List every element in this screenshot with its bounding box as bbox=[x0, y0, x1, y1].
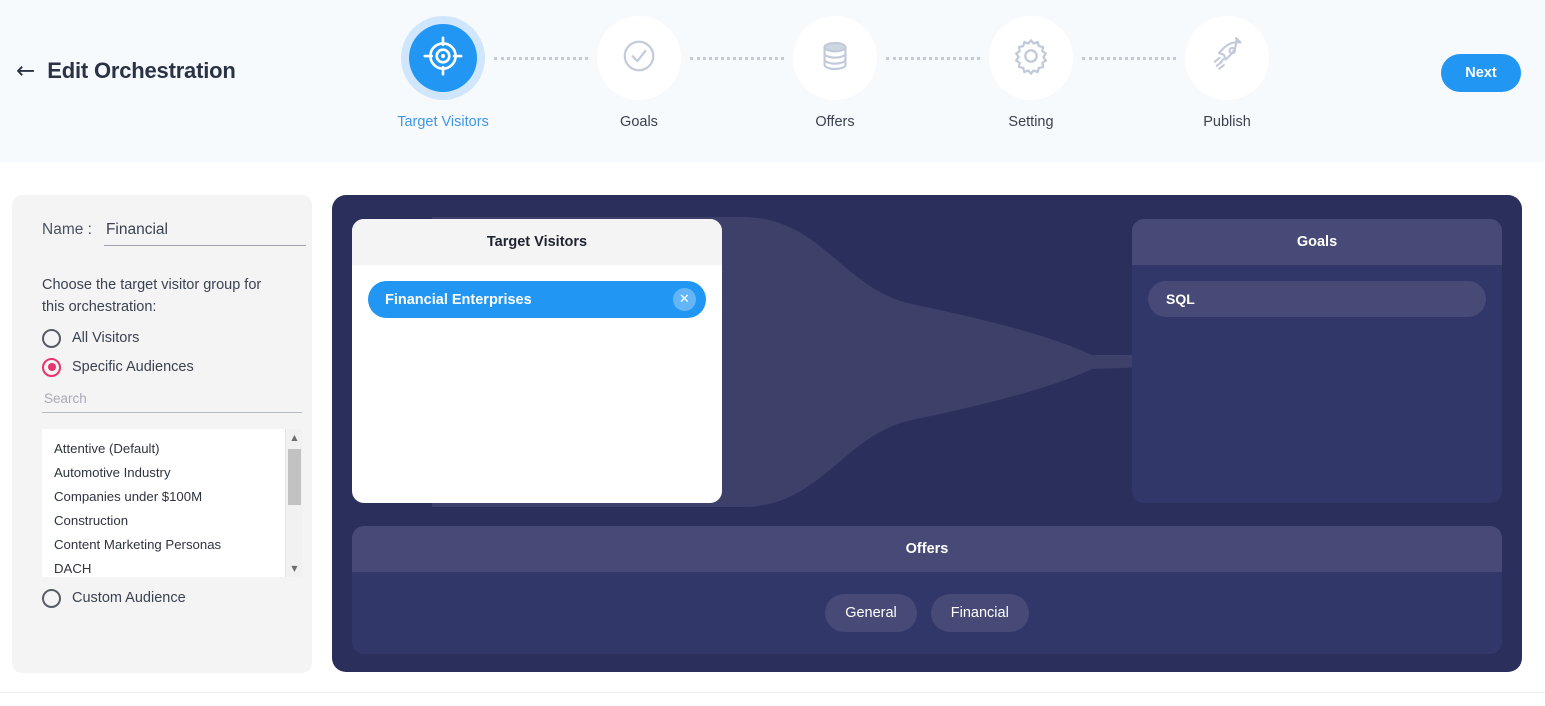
audience-list-items: Attentive (Default) Automotive Industry … bbox=[42, 429, 285, 577]
list-item[interactable]: Content Marketing Personas bbox=[54, 533, 285, 557]
audience-chip-label: Financial Enterprises bbox=[385, 291, 532, 308]
goal-pill[interactable]: SQL bbox=[1148, 281, 1486, 317]
offer-pill-general[interactable]: General bbox=[825, 594, 917, 632]
gear-icon bbox=[1011, 36, 1051, 81]
scroll-down-arrow-icon[interactable]: ▼ bbox=[286, 560, 302, 577]
radio-option-all-visitors[interactable]: All Visitors bbox=[42, 328, 282, 348]
stepper-label-setting: Setting bbox=[1008, 114, 1054, 130]
radio-icon-all-visitors[interactable] bbox=[42, 328, 61, 348]
stepper-label-goals: Goals bbox=[620, 114, 658, 130]
list-item[interactable]: Attentive (Default) bbox=[54, 437, 285, 461]
radio-label-all-visitors: All Visitors bbox=[72, 330, 140, 347]
check-circle-icon bbox=[620, 37, 658, 80]
step-circle-publish bbox=[1185, 16, 1269, 100]
close-icon[interactable]: ✕ bbox=[673, 288, 696, 311]
page-title: Edit Orchestration bbox=[47, 58, 236, 83]
goals-card-body: SQL bbox=[1132, 265, 1502, 317]
step-circle-goals bbox=[597, 16, 681, 100]
back-navigation[interactable]: ← Edit Orchestration bbox=[16, 58, 236, 84]
radio-option-specific-audiences[interactable]: Specific Audiences bbox=[42, 357, 282, 377]
goals-card: Goals SQL bbox=[1132, 219, 1502, 503]
list-item[interactable]: Automotive Industry bbox=[54, 461, 285, 485]
scroll-up-arrow-icon[interactable]: ▲ bbox=[286, 429, 302, 446]
radio-icon-specific-audiences[interactable] bbox=[42, 357, 61, 377]
next-button[interactable]: Next bbox=[1441, 54, 1521, 92]
scrollbar-thumb[interactable] bbox=[288, 448, 301, 505]
target-visitors-card-title: Target Visitors bbox=[352, 219, 722, 265]
stepper-step-publish[interactable]: Publish bbox=[1154, 16, 1300, 130]
name-row: Name : bbox=[42, 221, 306, 246]
target-visitors-card: Target Visitors Financial Enterprises ✕ bbox=[352, 219, 722, 503]
back-arrow-icon[interactable]: ← bbox=[16, 59, 35, 83]
radio-option-custom-audience[interactable]: Custom Audience bbox=[42, 588, 282, 608]
step-circle-offers bbox=[793, 16, 877, 100]
name-input[interactable] bbox=[103, 221, 306, 246]
offers-card-title: Offers bbox=[352, 526, 1502, 572]
audience-list-scrollbar[interactable]: ▲ ▼ bbox=[285, 428, 302, 577]
orchestration-canvas: Target Visitors Financial Enterprises ✕ … bbox=[332, 195, 1522, 672]
target-visitors-card-body: Financial Enterprises ✕ bbox=[352, 265, 722, 318]
list-item[interactable]: Construction bbox=[54, 509, 285, 533]
offer-pill-financial[interactable]: Financial bbox=[930, 594, 1029, 632]
audience-list[interactable]: Attentive (Default) Automotive Industry … bbox=[42, 428, 302, 577]
database-icon bbox=[816, 37, 854, 80]
goals-card-title: Goals bbox=[1132, 219, 1502, 265]
step-circle-target-visitors bbox=[401, 16, 485, 100]
radio-label-custom-audience: Custom Audience bbox=[72, 590, 186, 607]
bottom-divider bbox=[0, 692, 1545, 693]
step-circle-setting bbox=[989, 16, 1073, 100]
choose-group-instruction: Choose the target visitor group for this… bbox=[42, 277, 262, 316]
offers-card-body: General Financial bbox=[352, 572, 1502, 654]
offers-card: Offers General Financial bbox=[352, 526, 1502, 654]
stepper-label-target-visitors: Target Visitors bbox=[397, 114, 489, 130]
list-item[interactable]: Companies under $100M bbox=[54, 485, 285, 509]
top-header: ← Edit Orchestration Target Visitors Goa… bbox=[0, 0, 1545, 162]
search-input[interactable] bbox=[42, 390, 302, 413]
audience-chip[interactable]: Financial Enterprises ✕ bbox=[368, 281, 706, 318]
radio-label-specific-audiences: Specific Audiences bbox=[72, 359, 194, 376]
target-visitor-settings-panel: Name : Choose the target visitor group f… bbox=[12, 195, 312, 673]
name-label: Name : bbox=[42, 221, 92, 238]
stepper: Target Visitors Goals Offers Setting Pub… bbox=[370, 16, 1300, 130]
target-icon bbox=[422, 35, 464, 82]
stepper-label-offers: Offers bbox=[815, 114, 855, 130]
rocket-icon bbox=[1208, 36, 1246, 80]
list-item[interactable]: DACH bbox=[54, 557, 285, 577]
stepper-label-publish: Publish bbox=[1203, 114, 1251, 130]
radio-icon-custom-audience[interactable] bbox=[42, 588, 61, 608]
